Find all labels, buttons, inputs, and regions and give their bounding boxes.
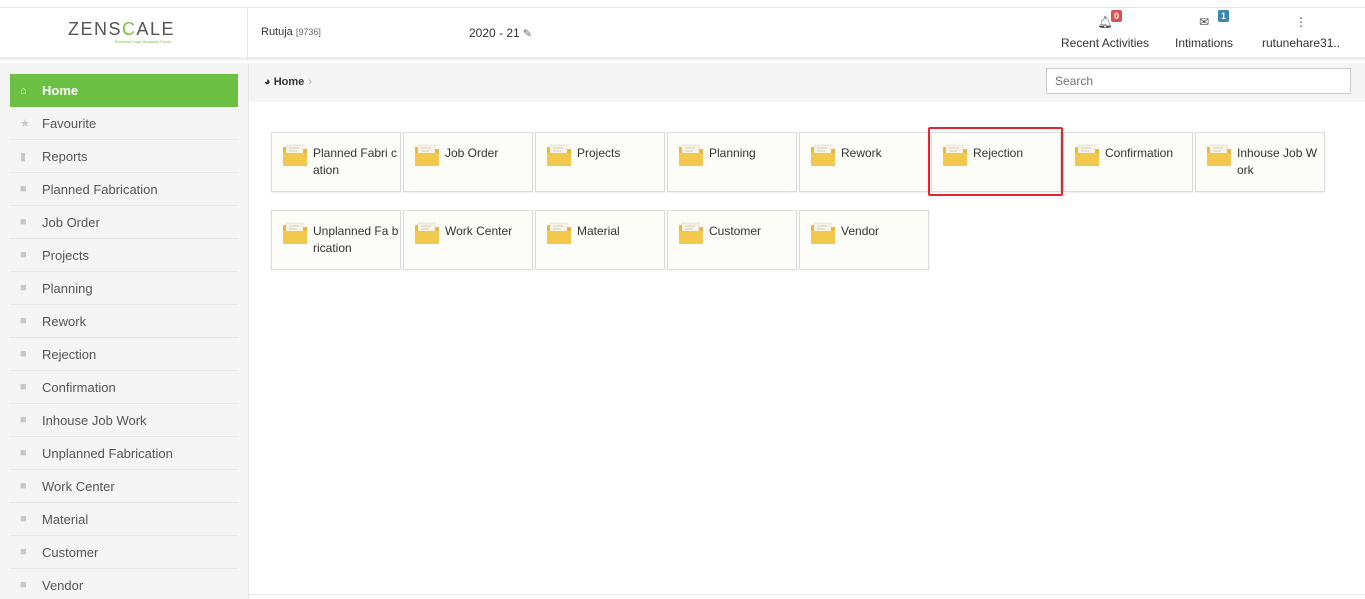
search-input[interactable] (1046, 68, 1351, 94)
folder-icon (679, 222, 703, 244)
folder-icon: ■ (20, 249, 27, 261)
sidebar-item-reports[interactable]: ▮ Reports (10, 140, 238, 173)
sidebar: ⌂ Home ★ Favourite ▮ Reports ■ Planned Fabri… (0, 63, 249, 599)
breadcrumb[interactable]: ◕ Home › (264, 76, 312, 88)
tile-label: Job Order (445, 146, 499, 160)
folder-icon: ■ (20, 414, 27, 426)
sidebar-item-unplanned-fabrication[interactable]: ■ Unplanned Fabrication (10, 437, 238, 470)
edit-icon[interactable]: ✎ (523, 28, 532, 40)
tile-confirmation[interactable]: Confirmation (1063, 132, 1193, 192)
folder-icon: ■ (20, 183, 27, 195)
bell-icon: 🔔︎ 0 (1061, 10, 1149, 29)
folder-icon (415, 144, 439, 166)
tile-job-order[interactable]: Job Order (403, 132, 533, 192)
more-vertical-icon: ⋮ (1295, 15, 1308, 29)
sidebar-item-material[interactable]: ■ Material (10, 503, 238, 536)
sidebar-item-projects[interactable]: ■ Projects (10, 239, 238, 272)
logo-tagline: Business Logic Business Focus (115, 39, 172, 44)
bottom-divider (249, 594, 1365, 595)
folder-icon (811, 222, 835, 244)
logo[interactable]: ZENSCALE (68, 19, 175, 40)
sidebar-item-planned-fabrication[interactable]: ■ Planned Fabrication (10, 173, 238, 206)
account-label: rutunehare31.. (1262, 36, 1341, 50)
tile-projects[interactable]: Projects (535, 132, 665, 192)
sidebar-item-rework[interactable]: ■ Rework (10, 305, 238, 338)
folder-icon: ■ (20, 348, 27, 360)
tile-label: Rework (841, 146, 882, 160)
folder-icon (283, 144, 307, 166)
sidebar-item-inhouse-job-work[interactable]: ■ Inhouse Job Work (10, 404, 238, 437)
folder-icon (415, 222, 439, 244)
tile-planned-fabri-cation[interactable]: Planned Fabri cation (271, 132, 401, 192)
tile-planning[interactable]: Planning (667, 132, 797, 192)
sidebar-item-confirmation[interactable]: ■ Confirmation (10, 371, 238, 404)
recent-activities-badge: 0 (1111, 10, 1123, 22)
sidebar-item-job-order[interactable]: ■ Job Order (10, 206, 238, 239)
folder-icon: ■ (20, 480, 27, 492)
tile-vendor[interactable]: Vendor (799, 210, 929, 270)
tile-label: Projects (577, 146, 621, 160)
tile-label: Material (577, 224, 620, 238)
star-icon: ★ (20, 117, 30, 130)
fiscal-year[interactable]: 2020 - 21 ✎ (469, 26, 532, 40)
user-name: Rutuja [9736] (261, 26, 321, 38)
tile-material[interactable]: Material (535, 210, 665, 270)
tile-label: Confirmation (1105, 146, 1174, 160)
tile-customer[interactable]: Customer (667, 210, 797, 270)
file-icon: ▮ (20, 150, 27, 163)
selection-highlight (928, 127, 1063, 196)
folder-icon: ■ (20, 546, 27, 558)
recent-activities-label: Recent Activities (1061, 36, 1150, 50)
folder-icon: ■ (20, 282, 27, 294)
tile-label: Planned Fabri cation (313, 146, 398, 177)
folder-icon (1075, 144, 1099, 166)
dashboard-icon: ◕ (264, 76, 271, 88)
folder-icon (679, 144, 703, 166)
folder-icon (283, 222, 307, 244)
tile-label: Customer (709, 224, 762, 238)
tile-label: Inhouse Job Work (1237, 146, 1318, 177)
folder-icon: ■ (20, 513, 27, 525)
breadcrumb-bar: ◕ Home › (249, 63, 1365, 102)
folder-icon (1207, 144, 1231, 166)
sidebar-item-work-center[interactable]: ■ Work Center (10, 470, 238, 503)
folder-icon (547, 222, 571, 244)
intimations-button[interactable]: ✉ 1 Intimations (1175, 10, 1234, 50)
recent-activities-button[interactable]: 🔔︎ 0 Recent Activities (1061, 10, 1150, 50)
folder-icon: ■ (20, 447, 27, 459)
intimations-badge: 1 (1218, 10, 1230, 22)
sidebar-item-vendor[interactable]: ■ Vendor (10, 569, 238, 599)
breadcrumb-home[interactable]: Home (274, 76, 305, 88)
envelope-icon: ✉ 1 (1175, 10, 1233, 29)
tile-rework[interactable]: Rework (799, 132, 929, 192)
chevron-right-icon: › (308, 76, 312, 88)
tile-label: Planning (709, 146, 756, 160)
tile-label: Work Center (445, 224, 513, 238)
sidebar-item-rejection[interactable]: ■ Rejection (10, 338, 238, 371)
folder-icon (811, 144, 835, 166)
header: ZENSCALE Business Logic Business Focus R… (0, 8, 1365, 60)
tile-work-center[interactable]: Work Center (403, 210, 533, 270)
sidebar-item-planning[interactable]: ■ Planning (10, 272, 238, 305)
account-menu[interactable]: ⋮ rutunehare31.. (1262, 15, 1340, 50)
tile-inhouse-job-work[interactable]: Inhouse Job Work (1195, 132, 1325, 192)
folder-icon: ■ (20, 381, 27, 393)
top-strip (0, 0, 1365, 8)
intimations-label: Intimations (1175, 36, 1234, 50)
sidebar-item-favourite[interactable]: ★ Favourite (10, 107, 238, 140)
folder-icon (547, 144, 571, 166)
folder-icon: ■ (20, 579, 27, 591)
home-icon: ⌂ (20, 84, 27, 97)
sidebar-item-customer[interactable]: ■ Customer (10, 536, 238, 569)
sidebar-item-home[interactable]: ⌂ Home (10, 74, 238, 107)
tile-label: Unplanned Fa brication (313, 224, 399, 255)
logo-area[interactable]: ZENSCALE Business Logic Business Focus (0, 8, 248, 60)
folder-icon: ■ (20, 315, 27, 327)
tile-unplanned-fa-brication[interactable]: Unplanned Fa brication (271, 210, 401, 270)
tile-label: Vendor (841, 224, 880, 238)
folder-icon: ■ (20, 216, 27, 228)
